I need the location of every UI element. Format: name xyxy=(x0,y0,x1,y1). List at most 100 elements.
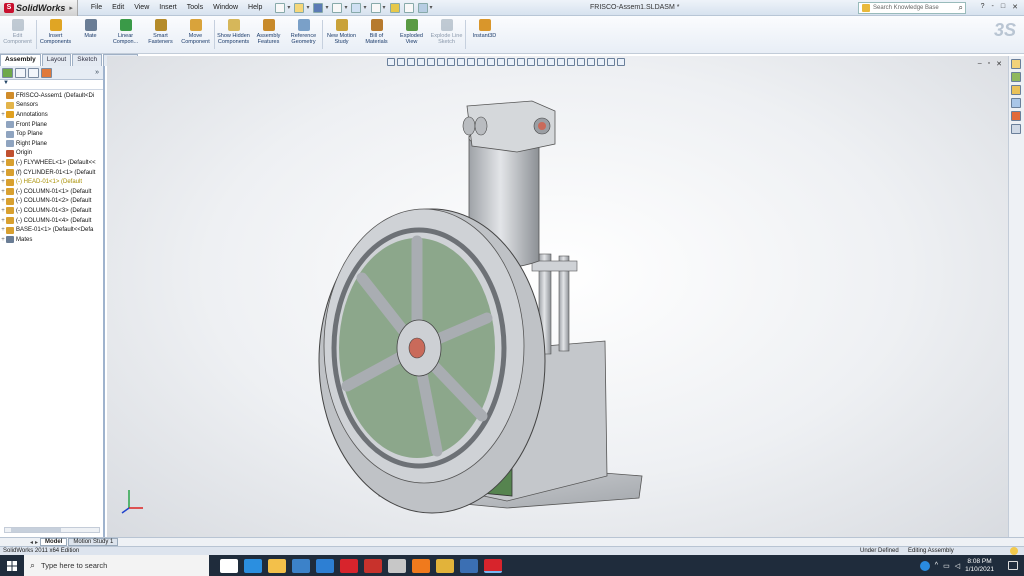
task-view-icon[interactable] xyxy=(220,558,238,573)
select-icon[interactable] xyxy=(370,2,381,13)
assembly-features-button[interactable]: Assembly Features xyxy=(251,16,286,53)
tree-node[interactable]: + Annotations xyxy=(0,110,103,120)
tree-node[interactable]: + (-) COLUMN-01<3> (Default xyxy=(0,206,103,216)
tree-filter[interactable]: ▼ xyxy=(0,80,103,90)
tree-node[interactable]: + Mates xyxy=(0,235,103,245)
design-library-icon[interactable] xyxy=(1011,72,1021,82)
menu-help[interactable]: Help xyxy=(243,4,267,11)
instant3d-button[interactable]: Instant3D xyxy=(467,16,502,53)
tab-scroll-right-icon[interactable]: ▸ xyxy=(35,539,38,546)
tab-assembly[interactable]: Assembly xyxy=(0,54,41,66)
chrome-icon[interactable] xyxy=(436,558,454,573)
volume-icon[interactable]: ◁ xyxy=(955,562,960,570)
configuration-manager-tab-icon[interactable] xyxy=(28,67,39,78)
appearance-manager-tab-icon[interactable] xyxy=(41,67,52,78)
file-explorer-icon[interactable] xyxy=(268,558,286,573)
filter-icon[interactable]: ▼ xyxy=(3,80,9,86)
tab-motion-study-1[interactable]: Motion Study 1 xyxy=(68,538,119,546)
app-red-icon[interactable] xyxy=(364,558,382,573)
graphics-area[interactable]: – ▫ ✕ xyxy=(107,56,1008,537)
edge-icon[interactable] xyxy=(244,558,262,573)
scrollbar-thumb[interactable] xyxy=(11,528,61,532)
menu-edit[interactable]: Edit xyxy=(107,4,129,11)
firefox-icon[interactable] xyxy=(412,558,430,573)
save-icon[interactable] xyxy=(313,2,324,13)
smart-fasteners-button[interactable]: Smart Fasteners xyxy=(143,16,178,53)
menu-window[interactable]: Window xyxy=(208,4,243,11)
reference-geometry-button[interactable]: Reference Geometry xyxy=(286,16,321,53)
tree-node[interactable]: Top Plane xyxy=(0,129,103,139)
engine-assembly-model[interactable] xyxy=(107,56,1008,537)
start-button[interactable] xyxy=(0,555,24,576)
tab-model[interactable]: Model xyxy=(40,538,68,546)
help-icon[interactable] xyxy=(1010,547,1018,555)
knowledge-base-search[interactable]: Search Knowledge Base ⌕ xyxy=(858,2,966,14)
bill-of-materials-button[interactable]: Bill of Materials xyxy=(359,16,394,53)
show-hidden-button[interactable]: Show Hidden Components xyxy=(216,16,251,53)
close-icon[interactable]: ✕ xyxy=(1012,3,1018,11)
tree-node[interactable]: Front Plane xyxy=(0,120,103,130)
mail-icon[interactable] xyxy=(316,558,334,573)
help-tray-icon[interactable] xyxy=(919,560,930,571)
tree-node[interactable]: Sensors xyxy=(0,101,103,111)
open-document-icon[interactable] xyxy=(294,2,305,13)
tree-node[interactable]: + (-) COLUMN-01<4> (Default xyxy=(0,216,103,226)
options-icon[interactable] xyxy=(417,2,428,13)
minimize-icon[interactable]: - xyxy=(992,3,994,11)
tree-node[interactable]: Origin xyxy=(0,149,103,159)
feature-manager-tab-icon[interactable] xyxy=(2,67,13,78)
tray-chevron-icon[interactable]: ^ xyxy=(935,562,938,569)
exploded-view-button[interactable]: Exploded View xyxy=(394,16,429,53)
notification-icon[interactable] xyxy=(1008,561,1018,570)
taskbar-search[interactable]: ⌕ Type here to search xyxy=(24,555,209,576)
appearances-icon[interactable] xyxy=(1011,111,1021,121)
tree-node[interactable]: + BASE-01<1> (Default<<Defa xyxy=(0,225,103,235)
mate-button[interactable]: Mate xyxy=(73,16,108,53)
menu-tools[interactable]: Tools xyxy=(182,4,208,11)
solidworks-menu-button[interactable]: S SolidWorks ▸ xyxy=(0,0,78,16)
tree-node[interactable]: + (-) FLYWHEEL<1> (Default<< xyxy=(0,158,103,168)
network-icon[interactable]: ▭ xyxy=(943,562,950,570)
linear-pattern-button[interactable]: Linear Compon... xyxy=(108,16,143,53)
menu-file[interactable]: File xyxy=(86,4,107,11)
head-bolt[interactable] xyxy=(474,116,488,136)
clock[interactable]: 8:08 PM 1/10/2021 xyxy=(965,558,994,574)
cross-bar[interactable] xyxy=(531,260,578,272)
rebuild-icon[interactable] xyxy=(389,2,400,13)
head-bolt[interactable] xyxy=(462,116,476,136)
tree-node[interactable]: + (-) COLUMN-01<2> (Default xyxy=(0,197,103,207)
tree-node[interactable]: + (-) HEAD-01<1> (Default xyxy=(0,177,103,187)
tree-node[interactable]: FRISCO-Assem1 (Default<Di xyxy=(0,91,103,101)
undo-icon[interactable] xyxy=(351,2,362,13)
explode-line-button[interactable]: Explode Line Sketch xyxy=(429,16,464,53)
tree-node[interactable]: + (f) CYLINDER-01<1> (Default xyxy=(0,168,103,178)
taskbar-search-input[interactable]: Type here to search xyxy=(41,561,107,570)
menu-view[interactable]: View xyxy=(129,4,154,11)
solidworks-running-icon[interactable] xyxy=(484,558,502,573)
tab-sketch[interactable]: Sketch xyxy=(72,54,103,66)
move-component-button[interactable]: Move Component xyxy=(178,16,213,53)
resources-icon[interactable] xyxy=(1011,59,1021,69)
tree-node[interactable]: + (-) COLUMN-01<1> (Default xyxy=(0,187,103,197)
search-icon[interactable]: ⌕ xyxy=(959,3,965,13)
new-document-icon[interactable] xyxy=(275,2,286,13)
tree-horizontal-scrollbar[interactable] xyxy=(4,527,100,533)
edit-component-button[interactable]: Edit Component xyxy=(0,16,35,53)
files-icon[interactable] xyxy=(460,558,478,573)
tab-scroll-left-icon[interactable]: ◂ xyxy=(30,539,33,546)
motion-study-button[interactable]: New Motion Study xyxy=(324,16,359,53)
knowledge-base-search-input[interactable]: Search Knowledge Base xyxy=(873,5,959,11)
insert-components-button[interactable]: Insert Components xyxy=(38,16,73,53)
tab-layout[interactable]: Layout xyxy=(41,54,72,66)
solidworks-icon[interactable] xyxy=(340,558,358,573)
tree-node[interactable]: Right Plane xyxy=(0,139,103,149)
view-palette-icon[interactable] xyxy=(1011,98,1021,108)
menu-insert[interactable]: Insert xyxy=(154,4,182,11)
photos-icon[interactable] xyxy=(388,558,406,573)
store-icon[interactable] xyxy=(292,558,310,573)
custom-properties-icon[interactable] xyxy=(1011,124,1021,134)
print-icon[interactable] xyxy=(332,2,343,13)
restore-icon[interactable]: □ xyxy=(1001,3,1005,11)
property-manager-tab-icon[interactable] xyxy=(15,67,26,78)
file-explorer-icon[interactable] xyxy=(1011,85,1021,95)
